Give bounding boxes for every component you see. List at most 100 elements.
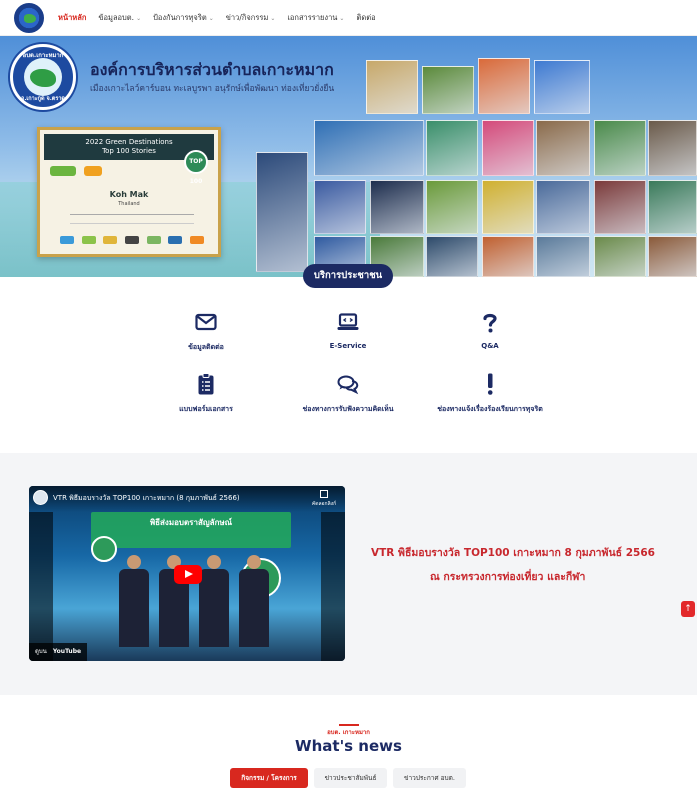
watch-on-label: ดูบน bbox=[35, 648, 47, 655]
collage-photo bbox=[594, 180, 646, 234]
service-qa[interactable]: Q&A bbox=[415, 310, 565, 350]
copy-link-label: คัดลอกลิงก์ bbox=[311, 501, 337, 507]
watch-on-youtube-button[interactable]: ดูบน YouTube bbox=[29, 643, 88, 661]
service-feedback[interactable]: ช่องทางการรับฟังความคิดเห็น bbox=[273, 372, 423, 415]
nav-item-documents[interactable]: เอกสารรายงาน ⌄ bbox=[287, 12, 344, 24]
sponsor-logo bbox=[60, 236, 74, 244]
nav-item-anti-corruption[interactable]: ป้องกันการทุจริต ⌄ bbox=[153, 12, 214, 24]
vtr-caption-line1: VTR พิธีมอบรางวัล TOP100 เกาะหมาก 8 กุมภ… bbox=[371, 547, 655, 559]
clipboard-icon bbox=[198, 373, 214, 395]
play-button[interactable] bbox=[174, 565, 202, 584]
collage-photo bbox=[594, 236, 646, 277]
video-letterbox bbox=[321, 512, 345, 661]
collage-photo bbox=[314, 180, 366, 234]
sponsor-logo bbox=[189, 236, 204, 244]
copy-link-button[interactable]: คัดลอกลิงก์ bbox=[309, 490, 339, 508]
tab-press-releases[interactable]: ข่าวประชาสัมพันธ์ bbox=[314, 768, 387, 788]
sponsor-logo bbox=[168, 236, 183, 244]
site-logo[interactable] bbox=[14, 2, 44, 33]
copy-icon bbox=[320, 490, 328, 498]
collage-photo bbox=[482, 120, 534, 176]
service-label: Q&A bbox=[481, 342, 499, 350]
certificate-name: Koh Mak bbox=[109, 190, 149, 199]
service-label: ช่องทางการรับฟังความคิดเห็น bbox=[302, 405, 394, 413]
certificate-heading-line1: 2022 Green Destinations bbox=[85, 138, 173, 146]
news-kicker: อบต. เกาะหมาก bbox=[327, 729, 370, 736]
collage-photo bbox=[648, 180, 697, 234]
nav-item-label: ป้องกันการทุจริต bbox=[153, 12, 207, 22]
collage-photo bbox=[648, 120, 697, 176]
nav-item-news[interactable]: ข่าว/กิจกรรม ⌄ bbox=[226, 12, 276, 24]
collage-photo bbox=[534, 60, 590, 114]
tab-activities[interactable]: กิจกรรม / โครงการ bbox=[230, 768, 308, 788]
envelope-icon bbox=[195, 313, 217, 331]
collage-photo bbox=[314, 120, 424, 176]
service-contact[interactable]: ข้อมูลติดต่อ bbox=[131, 310, 281, 353]
nav-item-contact[interactable]: ติดต่อ bbox=[356, 12, 375, 24]
hero-banner: อบต.เกาะหมาก อ.เกาะกูด จ.ตราด องค์การบริ… bbox=[0, 36, 697, 277]
certificate-country: Thailand bbox=[118, 201, 140, 207]
seal-bottom-text: อ.เกาะกูด จ.ตราด bbox=[21, 96, 65, 102]
nav-item-label: ติดต่อ bbox=[356, 12, 376, 22]
service-e-service[interactable]: E-Service bbox=[273, 310, 423, 350]
chevron-down-icon: ⌄ bbox=[208, 14, 214, 22]
service-label: แบบฟอร์มเอกสาร bbox=[179, 405, 233, 413]
sponsor-logo bbox=[103, 236, 118, 244]
nav-item-about[interactable]: ข้อมูลอบต. ⌄ bbox=[98, 12, 141, 24]
collage-photo bbox=[370, 180, 424, 234]
collage-photo bbox=[478, 58, 530, 114]
itb-logo bbox=[84, 166, 102, 176]
video-letterbox bbox=[29, 512, 53, 661]
nav-item-home[interactable]: หน้าหลัก bbox=[58, 12, 86, 24]
video-title[interactable]: VTR พิธีมอบรางวัล TOP100 เกาะหมาก (8 กุม… bbox=[53, 493, 240, 504]
nav-item-label: ข่าว/กิจกรรม bbox=[225, 12, 269, 22]
collage-photo bbox=[426, 120, 478, 176]
vtr-caption-line2: ณ กระทรวงการท่องเที่ยว และกีฬา bbox=[430, 571, 586, 583]
chevron-down-icon: ⌄ bbox=[270, 14, 276, 22]
person-figure bbox=[197, 555, 231, 647]
chevron-down-icon: ⌄ bbox=[339, 14, 345, 22]
service-forms[interactable]: แบบฟอร์มเอกสาร bbox=[131, 372, 281, 415]
collage-photo bbox=[426, 180, 478, 234]
sponsor-logos bbox=[60, 236, 204, 244]
news-section-title: What's news bbox=[295, 737, 402, 755]
organization-seal: อบต.เกาะหมาก อ.เกาะกูด จ.ตราด bbox=[10, 44, 76, 110]
section-accent-line bbox=[339, 724, 359, 726]
service-corruption-report[interactable]: ช่องทางแจ้งเรื่องร้องเรียนการทุจริต bbox=[415, 372, 565, 415]
collage-photo bbox=[594, 120, 646, 176]
public-services-badge: บริการประชาชน bbox=[303, 264, 393, 288]
question-icon bbox=[483, 313, 497, 333]
youtube-logo: YouTube bbox=[52, 648, 82, 655]
chevron-down-icon: ⌄ bbox=[136, 14, 142, 22]
service-label: ช่องทางแจ้งเรื่องร้องเรียนการทุจริต bbox=[437, 405, 543, 413]
nav-item-label: หน้าหลัก bbox=[58, 12, 87, 22]
collage-photo bbox=[482, 180, 534, 234]
arrow-up-icon: ↑ bbox=[684, 604, 692, 614]
public-services-section: ข้อมูลติดต่อ E-Service Q&A แบบฟอร์มเอกสา… bbox=[0, 296, 697, 446]
collage-photo bbox=[422, 66, 474, 114]
tab-announcements[interactable]: ข่าวประกาศ อบต. bbox=[393, 768, 466, 788]
channel-avatar[interactable] bbox=[33, 490, 48, 505]
green-destinations-logo bbox=[50, 166, 76, 176]
award-certificate: 2022 Green Destinations Top 100 Stories … bbox=[37, 127, 221, 257]
scroll-to-top-button[interactable]: ↑ bbox=[681, 601, 695, 617]
certificate-body bbox=[70, 214, 194, 224]
sponsor-logo bbox=[81, 236, 96, 244]
person-figure bbox=[237, 555, 271, 647]
sponsor-logo bbox=[124, 236, 139, 244]
collage-photo bbox=[536, 236, 590, 277]
video-section: พิธีส่งมอบตราสัญลักษณ์ VTR พิธีมอบรางวัล… bbox=[0, 453, 697, 695]
collage-photo bbox=[536, 120, 590, 176]
top100-badge: TOP 100 bbox=[184, 150, 208, 185]
person-figure bbox=[117, 555, 151, 647]
photo-collage bbox=[256, 48, 697, 277]
service-label: ข้อมูลติดต่อ bbox=[188, 343, 224, 351]
service-label: E-Service bbox=[329, 342, 367, 350]
youtube-video-player[interactable]: พิธีส่งมอบตราสัญลักษณ์ VTR พิธีมอบรางวัล… bbox=[29, 486, 345, 661]
collage-photo bbox=[256, 152, 308, 272]
sponsor-logo bbox=[146, 236, 161, 244]
island-icon bbox=[30, 69, 56, 87]
comments-icon bbox=[337, 375, 359, 395]
collage-photo bbox=[648, 236, 697, 277]
ceremony-banner-text: พิธีส่งมอบตราสัญลักษณ์ bbox=[149, 518, 233, 527]
